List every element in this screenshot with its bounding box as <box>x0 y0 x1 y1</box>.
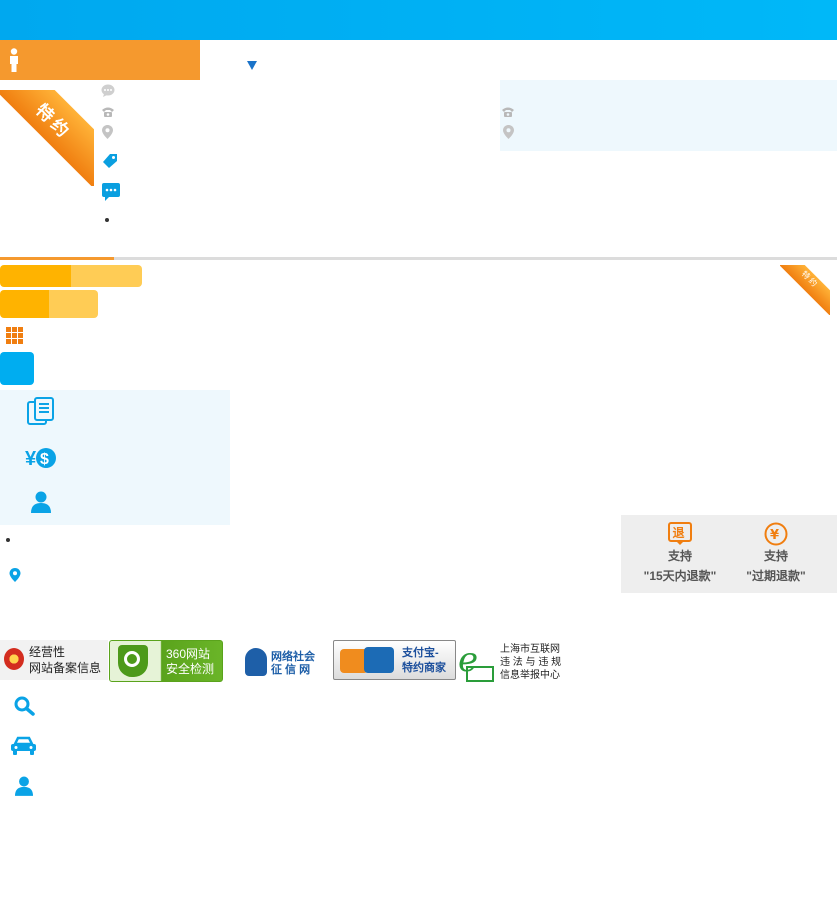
badge-text: 特约商家 <box>402 662 446 674</box>
svg-text:退: 退 <box>673 526 685 540</box>
badge-text: 安全检测 <box>166 662 215 676</box>
rating-bar-track <box>71 265 142 287</box>
badge-text: 信息举报中心 <box>500 670 560 681</box>
svg-text:¥: ¥ <box>770 528 779 543</box>
featured-ribbon: 特约 <box>0 90 94 186</box>
dropdown-arrow-icon[interactable] <box>247 61 257 70</box>
currency-icon[interactable]: ¥ $ <box>25 445 57 471</box>
location-pin-icon <box>503 125 514 139</box>
shanghai-report-badge[interactable]: e 上海市互联网 违 法 与 违 规 信息举报中心 <box>458 642 568 686</box>
refund-expired: ¥ 支持 "过期退款" <box>726 515 826 584</box>
refund-15-days: 退 支持 "15天内退款" <box>630 515 730 584</box>
side-menu: ¥ $ <box>0 390 230 525</box>
section-divider-accent <box>0 257 114 260</box>
rating-bar-fill <box>0 265 71 287</box>
badge-text: 违 法 与 违 规 <box>500 657 562 668</box>
gov-emblem-icon <box>4 648 24 670</box>
svg-text:$: $ <box>40 451 49 468</box>
search-icon[interactable] <box>14 696 36 716</box>
user-tab[interactable] <box>0 40 200 80</box>
location-pin-icon <box>102 125 113 139</box>
user-icon[interactable] <box>31 491 51 513</box>
contact-info-panel <box>500 80 837 151</box>
rating-bar-fill <box>0 290 49 318</box>
refund-icon: 退 <box>668 522 692 545</box>
gov-record-badge[interactable]: 经营性 网站备案信息 <box>0 640 108 680</box>
document-icon[interactable] <box>27 397 55 427</box>
badge-text: 支付宝- <box>402 647 439 659</box>
badge-text: 网络社会 <box>271 651 315 663</box>
yuan-refund-icon: ¥ <box>764 522 788 546</box>
grid-icon[interactable] <box>6 327 23 344</box>
list-bullet <box>6 538 10 542</box>
alipay-merchant-badge[interactable]: 支付宝- 特约商家 <box>333 640 456 680</box>
badge-text: 征 信 网 <box>271 664 311 676</box>
chat-bubble-icon <box>101 84 115 97</box>
badge-text: 360网站 <box>166 647 211 661</box>
tag-icon <box>103 154 117 168</box>
360-security-badge[interactable]: 360网站 安全检测 <box>109 640 223 682</box>
person-icon <box>10 48 18 72</box>
refund-line2: "过期退款" <box>746 569 806 583</box>
phone-icon <box>102 107 114 117</box>
list-bullet <box>105 218 109 222</box>
net-credit-logo-icon <box>245 648 267 676</box>
phone-icon <box>502 107 514 117</box>
puzzle-icon <box>364 647 394 673</box>
envelope-icon <box>466 666 494 682</box>
refund-line2: "15天内退款" <box>643 569 717 583</box>
refund-line1: 支持 <box>667 549 692 563</box>
magnifier-icon <box>124 651 140 667</box>
featured-ribbon-small: 特约 <box>780 265 830 315</box>
category-button[interactable] <box>0 352 34 385</box>
badge-text: 经营性 <box>29 645 66 659</box>
location-pin-icon[interactable] <box>9 568 21 582</box>
top-header-bar <box>0 0 837 40</box>
svg-text:¥: ¥ <box>25 448 37 470</box>
section-divider <box>0 257 837 260</box>
net-credit-badge[interactable]: 网络社会 征 信 网 <box>245 646 317 680</box>
refund-line1: 支持 <box>763 549 788 563</box>
badge-text: 网站备案信息 <box>29 661 102 675</box>
rating-bar-track <box>49 290 98 318</box>
refund-policy-box: 退 支持 "15天内退款" ¥ 支持 "过期退款" <box>621 515 837 593</box>
message-icon <box>102 183 120 201</box>
badge-text: 上海市互联网 <box>500 644 560 655</box>
car-icon[interactable] <box>10 736 37 756</box>
user-icon[interactable] <box>15 776 33 796</box>
